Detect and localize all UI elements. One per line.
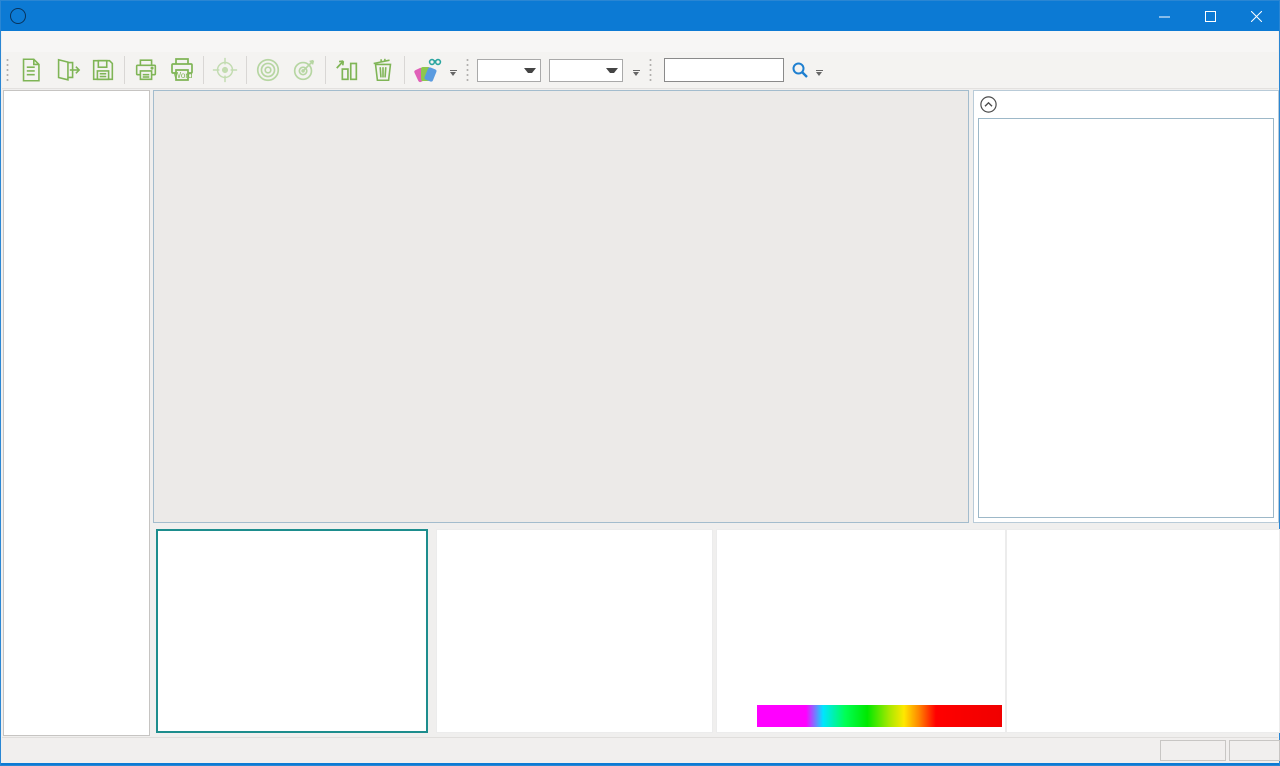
status-bar (2, 737, 1278, 763)
toolbar-overflow-icon[interactable] (446, 64, 460, 84)
search-icon[interactable] (790, 60, 810, 80)
delta-ab-scatter-chart[interactable] (156, 529, 428, 733)
chevron-down-icon (606, 68, 618, 77)
new-document-button[interactable] (13, 53, 49, 87)
blackboard-calibration-button[interactable] (286, 53, 322, 87)
toolbar-overflow-icon-3[interactable] (812, 64, 826, 84)
save-button[interactable] (85, 53, 121, 87)
delete-button[interactable] (365, 53, 401, 87)
delta-e-trend-chart[interactable] (436, 529, 713, 733)
search-input[interactable] (664, 58, 784, 82)
color-difference-panel (973, 90, 1279, 523)
menu-bar (2, 31, 1278, 52)
window-accent-edge (1, 763, 1279, 765)
print-word-button[interactable]: Word (164, 53, 200, 87)
illuminant-observer-select[interactable] (549, 59, 623, 82)
lab-gamut-chart[interactable] (1006, 529, 1280, 733)
maximize-button[interactable] (1187, 1, 1233, 31)
color-card-match-button[interactable] (408, 53, 444, 87)
close-button[interactable] (1233, 1, 1279, 31)
app-logo-icon (10, 8, 26, 24)
export-data-button[interactable] (49, 53, 85, 87)
word-label: Word (174, 71, 193, 80)
measure-mode-select[interactable] (477, 59, 541, 82)
sample-tree (3, 90, 150, 736)
status-empty-segment (1229, 740, 1280, 761)
calibrate-target-icon-button[interactable] (207, 53, 243, 87)
minimize-button[interactable] (1141, 1, 1187, 31)
toolbar-grip-3[interactable] (648, 56, 653, 84)
auto-mode-button[interactable] (1160, 740, 1226, 761)
cielab-card (978, 118, 1274, 518)
toolbar-overflow-icon-2[interactable] (629, 64, 643, 84)
toolbar-grip[interactable] (5, 56, 10, 84)
reflectance-spectrum-chart[interactable] (716, 529, 1006, 733)
print-button[interactable] (128, 53, 164, 87)
chevron-down-icon (524, 68, 536, 77)
application-window: Word (0, 0, 1280, 766)
toolbar: Word (2, 52, 1278, 89)
whiteboard-calibration-button[interactable] (250, 53, 286, 87)
title-bar (1, 1, 1279, 31)
statistics-button[interactable] (329, 53, 365, 87)
toolbar-grip-2[interactable] (465, 56, 470, 84)
data-grids-panel (153, 90, 969, 523)
collapse-panel-icon[interactable] (980, 96, 997, 113)
spectrum-color-bar (757, 705, 1002, 727)
